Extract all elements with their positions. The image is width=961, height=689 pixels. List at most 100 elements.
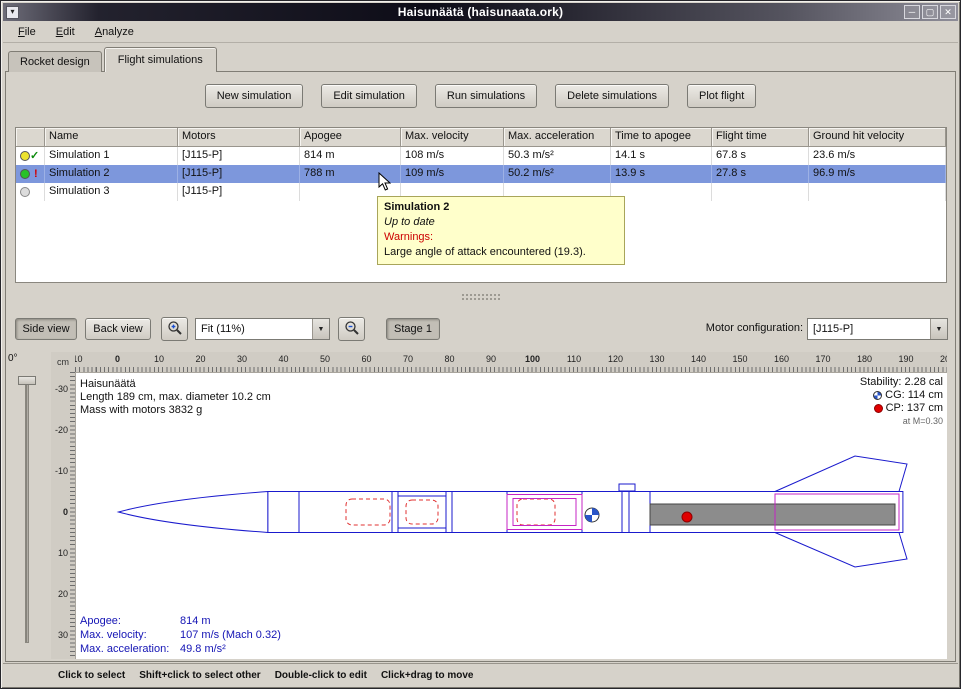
column-header[interactable]: Name: [45, 128, 178, 147]
cell-motors: [J115-P]: [178, 147, 300, 165]
nose-cone[interactable]: [119, 492, 268, 533]
window-title: Haisunäätä (haisunaata.ork): [3, 5, 958, 19]
ruler-label: 10: [154, 354, 164, 364]
cell-max-velocity: 109 m/s: [401, 165, 504, 183]
run-simulations-button[interactable]: Run simulations: [435, 84, 537, 108]
cg-label: CG:: [885, 389, 905, 402]
ruler-label: 190: [898, 354, 913, 364]
splitter-grip-icon[interactable]: [461, 293, 501, 300]
mouse-cursor-icon: [378, 172, 391, 197]
motor-configuration-select[interactable]: [J115-P] ▼: [807, 318, 948, 340]
flight-info-label: Apogee:: [80, 614, 176, 628]
zoom-in-button[interactable]: [161, 317, 188, 341]
menu-analyze[interactable]: Analyze: [86, 23, 143, 41]
column-header[interactable]: Apogee: [300, 128, 401, 147]
status-hint: Click+drag to move: [381, 670, 474, 681]
cell-flight-time: 27.8 s: [712, 165, 809, 183]
ruler-label: 130: [649, 354, 664, 364]
check-icon: ✓: [30, 150, 39, 163]
tab-flight-simulations[interactable]: Flight simulations: [104, 47, 217, 72]
cell-time-to-apogee: [611, 183, 712, 201]
rotation-slider-handle[interactable]: [18, 376, 36, 385]
cell-max-velocity: 108 m/s: [401, 147, 504, 165]
status-uptodate-icon: [20, 169, 30, 179]
fin-top[interactable]: [775, 456, 907, 492]
status-cell: !: [16, 165, 45, 183]
menu-edit[interactable]: Edit: [47, 23, 84, 41]
cell-motors: [J115-P]: [178, 165, 300, 183]
rocket-info-line: Haisunäätä: [80, 378, 271, 391]
table-row[interactable]: ✓Simulation 1[J115-P]814 m108 m/s50.3 m/…: [16, 147, 946, 165]
fin-bottom[interactable]: [775, 533, 907, 568]
ruler-label: 40: [278, 354, 288, 364]
zoom-out-button[interactable]: [338, 317, 365, 341]
cp-value: 137 cm: [907, 402, 943, 415]
ruler-label: 120: [608, 354, 623, 364]
menu-file[interactable]: File: [9, 23, 45, 41]
cell-apogee: 814 m: [300, 147, 401, 165]
warning-icon: !: [34, 168, 38, 181]
ruler-label: 30: [51, 630, 68, 640]
ruler-label: 200: [940, 354, 947, 364]
ruler-label: 20: [195, 354, 205, 364]
minimize-button[interactable]: ─: [904, 5, 920, 19]
zoom-select-value: Fit (11%): [196, 323, 312, 335]
back-view-button[interactable]: Back view: [85, 318, 151, 340]
maximize-button[interactable]: ▢: [922, 5, 938, 19]
horizontal-ruler: -100102030405060708090100110120130140150…: [75, 352, 947, 372]
column-header[interactable]: Max. acceleration: [504, 128, 611, 147]
cell-max-acceleration: 50.2 m/s²: [504, 165, 611, 183]
column-header[interactable]: Time to apogee: [611, 128, 712, 147]
rotation-slider-track[interactable]: [25, 379, 29, 643]
tooltip-warnings-label: Warnings:: [384, 230, 618, 245]
ruler-label: -30: [51, 384, 68, 394]
rocket-info-line: Length 189 cm, max. diameter 10.2 cm: [80, 391, 271, 404]
ruler-label: -20: [51, 425, 68, 435]
cell-max-acceleration: 50.3 m/s²: [504, 147, 611, 165]
column-header[interactable]: Flight time: [712, 128, 809, 147]
table-row[interactable]: !Simulation 2[J115-P]788 m109 m/s50.2 m/…: [16, 165, 946, 183]
cell-flight-time: [712, 183, 809, 201]
close-button[interactable]: ✕: [940, 5, 956, 19]
cp-marker: [682, 512, 692, 522]
title-bar[interactable]: ▾ Haisunäätä (haisunaata.ork) ─ ▢ ✕: [3, 3, 958, 21]
side-view-button[interactable]: Side view: [15, 318, 77, 340]
mach-label: at M=0.30: [860, 415, 943, 428]
column-header[interactable]: Motors: [178, 128, 300, 147]
panel-splitter[interactable]: [6, 290, 955, 302]
ruler-label: 180: [857, 354, 872, 364]
cell-flight-time: 67.8 s: [712, 147, 809, 165]
new-simulation-button[interactable]: New simulation: [205, 84, 304, 108]
delete-simulations-button[interactable]: Delete simulations: [555, 84, 669, 108]
column-header[interactable]: Max. velocity: [401, 128, 504, 147]
flight-info-value: 814 m: [180, 614, 281, 628]
ruler-label: 160: [774, 354, 789, 364]
ruler-label: 140: [691, 354, 706, 364]
status-stale-icon: [20, 187, 30, 197]
motor-configuration-label: Motor configuration:: [689, 322, 803, 334]
stage-1-toggle[interactable]: Stage 1: [386, 318, 440, 340]
table-header: NameMotorsApogeeMax. velocityMax. accele…: [16, 128, 946, 147]
launch-lug[interactable]: [619, 484, 635, 491]
tab-rocket-design[interactable]: Rocket design: [8, 51, 102, 72]
chevron-down-icon: ▼: [312, 319, 329, 339]
status-hint: Double-click to edit: [275, 670, 367, 681]
ruler-label: 170: [815, 354, 830, 364]
plot-flight-button[interactable]: Plot flight: [687, 84, 756, 108]
ruler-label: 0: [51, 507, 68, 517]
cell-ground-hit-velocity: [809, 183, 946, 201]
cell-motors: [J115-P]: [178, 183, 300, 201]
cg-value: 114 cm: [908, 389, 943, 402]
ruler-label: 90: [486, 354, 496, 364]
edit-simulation-button[interactable]: Edit simulation: [321, 84, 417, 108]
cg-marker: [585, 508, 599, 522]
flight-info-value: 49.8 m/s²: [180, 642, 281, 656]
column-header[interactable]: Ground hit velocity: [809, 128, 946, 147]
column-header[interactable]: [16, 128, 45, 147]
status-cell: [16, 183, 45, 201]
openrocket-window: ▾ Haisunäätä (haisunaata.ork) ─ ▢ ✕ File…: [0, 0, 961, 689]
zoom-select[interactable]: Fit (11%) ▼: [195, 318, 330, 340]
menu-bar: FileEditAnalyze: [3, 21, 958, 43]
rotation-angle-label: 0°: [8, 353, 18, 364]
ruler-label: 80: [444, 354, 454, 364]
